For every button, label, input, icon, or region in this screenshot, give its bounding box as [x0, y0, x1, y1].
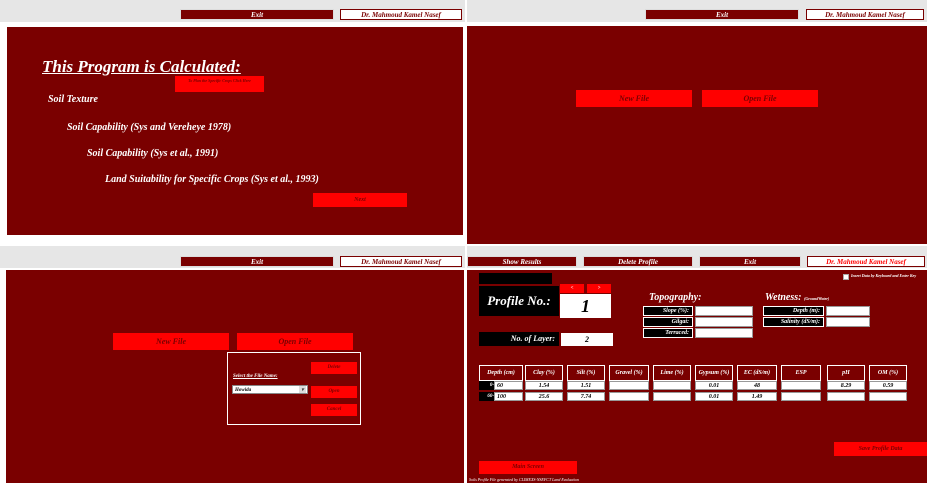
col-header-lime: Lime (%) [653, 365, 691, 381]
cancel-button[interactable]: Cancel [311, 404, 357, 416]
depth-to-field[interactable]: 100 [494, 392, 523, 401]
item-soil-texture: Soil Texture [48, 94, 98, 105]
next-profile-button[interactable]: > [587, 284, 611, 293]
author-label: Dr. Mahmoud Kamel Nasef [340, 9, 462, 20]
open-file-dialog: Select the File Name: Howida ▾ Delete Op… [227, 352, 361, 425]
clay-field[interactable]: 25.6 [525, 392, 563, 401]
ec-field[interactable]: 48 [737, 381, 777, 390]
terraced-label: Terraced: [643, 328, 693, 338]
prev-profile-button[interactable]: < [560, 284, 584, 293]
slope-label: Slope (%): [643, 306, 693, 316]
layers-label: No. of Layer: [479, 332, 559, 346]
q4-main-panel: Insert Data by Keyboard and Enter Key < … [467, 270, 927, 483]
author-label: Dr. Mahmoud Kamel Nasef [340, 256, 462, 267]
author-label: Dr. Mahmoud Kamel Nasef [807, 256, 925, 267]
ec-field[interactable]: 1.49 [737, 392, 777, 401]
profile-no-label: Profile No.: [479, 286, 559, 316]
col-header-silt: Silt (%) [567, 365, 605, 381]
col-header-om: OM (%) [869, 365, 907, 381]
lime-field[interactable] [653, 381, 691, 390]
esp-field[interactable] [781, 392, 821, 401]
om-field[interactable]: 0.59 [869, 381, 907, 390]
delete-button[interactable]: Delete [311, 362, 357, 374]
silt-field[interactable]: 1.51 [567, 381, 605, 390]
wetness-subtitle: (GroundWater) [803, 296, 830, 301]
col-header-esp: ESP [781, 365, 821, 381]
selected-file-value: Howida [235, 388, 252, 393]
topography-title: Topography: [649, 292, 702, 303]
col-header-depth: Depth (cm) [479, 365, 523, 381]
silt-field[interactable]: 7.74 [567, 392, 605, 401]
depth-from: 60- [479, 392, 494, 401]
terraced-field[interactable] [695, 328, 753, 338]
tab-delete-profile[interactable]: Delete Profile [583, 256, 693, 267]
gypsum-field[interactable]: 0.01 [695, 381, 733, 390]
exit-button[interactable]: Exit [699, 256, 801, 267]
layers-field[interactable]: 2 [561, 333, 613, 346]
open-file-button[interactable]: Open File [702, 90, 818, 107]
clay-field[interactable]: 1.54 [525, 381, 563, 390]
wetness-title-text: Wetness: [765, 292, 802, 303]
depth-field[interactable] [826, 306, 870, 316]
select-file-label: Select the File Name: [233, 374, 278, 379]
ph-field[interactable] [827, 392, 865, 401]
col-header-gypsum: Gypsum (%) [695, 365, 733, 381]
gypsum-field[interactable]: 0.01 [695, 392, 733, 401]
q1-main-panel: This Program is Calculated: To Plan the … [6, 26, 464, 236]
gravel-field[interactable] [609, 381, 649, 390]
open-file-button[interactable]: Open File [237, 333, 353, 350]
file-select[interactable]: Howida ▾ [232, 385, 308, 394]
gravel-field[interactable] [609, 392, 649, 401]
esp-field[interactable] [781, 381, 821, 390]
keyboard-entry-checkbox[interactable] [843, 274, 849, 280]
wetness-title: Wetness: (GroundWater) [765, 292, 829, 303]
salinity-field[interactable] [826, 317, 870, 327]
slope-field[interactable] [695, 306, 753, 316]
item-soil-capability-1978: Soil Capability (Sys and Vereheye 1978) [67, 122, 232, 133]
om-field[interactable] [869, 392, 907, 401]
program-heading: This Program is Calculated: [42, 57, 241, 76]
item-land-suitability: Land Suitability for Specific Crops (Sys… [105, 174, 319, 185]
exit-button[interactable]: Exit [180, 256, 334, 267]
status-text: Soils Profile File generated by CLIMEXS-… [469, 477, 579, 482]
col-header-ec: EC (dS/m) [737, 365, 777, 381]
depth-label: Depth (m): [763, 306, 824, 316]
save-profile-button[interactable]: Save Profile Data [834, 442, 927, 456]
profile-no-field[interactable]: 1 [560, 294, 611, 318]
tab-show-results[interactable]: Show Results [467, 256, 577, 267]
new-file-button[interactable]: New File [576, 90, 692, 107]
gilgai-label: Gilgai: [643, 317, 693, 327]
item-soil-capability-1991: Soil Capability (Sys et al., 1991) [87, 148, 219, 159]
col-header-clay: Clay (%) [525, 365, 563, 381]
q2-main-panel: New File Open File [467, 26, 927, 244]
q3-main-panel: New File Open File Select the File Name:… [6, 270, 464, 483]
table-row: 0- 60 [479, 381, 523, 390]
depth-to-field[interactable]: 60 [494, 381, 523, 390]
lime-field[interactable] [653, 392, 691, 401]
depth-from: 0- [479, 381, 494, 390]
author-label: Dr. Mahmoud Kamel Nasef [806, 9, 924, 20]
table-row: 60- 100 [479, 392, 523, 401]
gilgai-field[interactable] [695, 317, 753, 327]
chevron-down-icon[interactable]: ▾ [299, 386, 306, 393]
col-header-gravel: Gravel (%) [609, 365, 649, 381]
open-button[interactable]: Open [311, 386, 357, 398]
ph-field[interactable]: 8.29 [827, 381, 865, 390]
plan-crops-button[interactable]: To Plan the Specific Crops Click Here [175, 76, 264, 92]
salinity-label: Salinity (dS/m): [763, 317, 824, 327]
next-button[interactable]: Next [313, 193, 407, 207]
new-file-button[interactable]: New File [113, 333, 229, 350]
exit-button[interactable]: Exit [180, 9, 334, 20]
exit-button[interactable]: Exit [645, 9, 799, 20]
profile-header-strip [479, 273, 552, 284]
main-screen-button[interactable]: Main Screen [479, 461, 577, 474]
keyboard-entry-label: Insert Data by Keyboard and Enter Key [851, 273, 917, 278]
col-header-ph: pH [827, 365, 865, 381]
